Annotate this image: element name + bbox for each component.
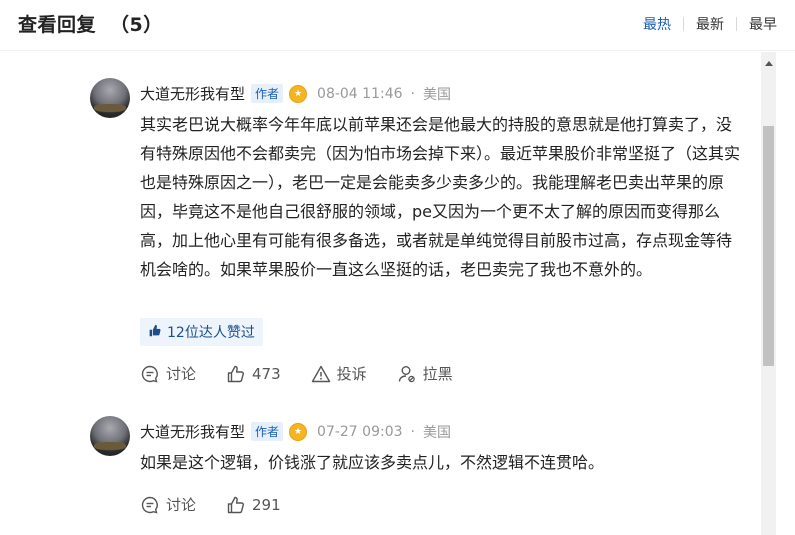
comment-item: 大道无形我有型 作者 ★ 07-27 09:03 · 美国 如果是这个逻辑，价钱… (90, 416, 750, 531)
divider (736, 17, 737, 31)
sort-newest[interactable]: 最新 (696, 14, 724, 34)
discuss-label: 讨论 (166, 496, 197, 514)
report-label: 投诉 (336, 365, 367, 383)
discuss-label: 讨论 (166, 365, 197, 383)
warning-icon (311, 365, 330, 382)
separator-dot: · (410, 423, 415, 440)
comment-meta: 大道无形我有型 作者 ★ 08-04 11:46 · 美国 (140, 83, 451, 104)
scroll-up-arrow-icon[interactable] (761, 56, 776, 70)
medal-icon: ★ (289, 84, 308, 103)
block-label: 拉黑 (422, 365, 453, 383)
reply-count: （5） (110, 14, 163, 36)
discuss-button[interactable]: 讨论 (140, 494, 196, 515)
avatar[interactable] (90, 78, 130, 118)
block-button[interactable]: 拉黑 (397, 363, 453, 384)
divider (683, 17, 684, 31)
comment-meta: 大道无形我有型 作者 ★ 07-27 09:03 · 美国 (140, 421, 451, 442)
report-button[interactable]: 投诉 (311, 363, 367, 384)
author-badge: 作者 (251, 84, 284, 103)
like-count: 291 (252, 495, 281, 514)
timestamp: 08-04 11:46 (317, 85, 403, 102)
like-button[interactable]: 291 (226, 495, 281, 515)
comment-item: 大道无形我有型 作者 ★ 08-04 11:46 · 美国 其实老巴说大概率今年… (90, 78, 750, 398)
thumbs-up-icon (227, 496, 244, 513)
thumbs-up-icon (148, 324, 161, 340)
sort-hot[interactable]: 最热 (643, 14, 671, 34)
comment-text: 如果是这个逻辑，价钱涨了就应该多卖点儿，不然逻辑不连贯哈。 (140, 453, 605, 472)
comment-text: 其实老巴说大概率今年年底以前苹果还会是他最大的持股的意思就是他打算卖了，没有特殊… (140, 115, 741, 279)
chat-icon (141, 365, 158, 382)
likes-label: 12位达人赞过 (167, 325, 255, 341)
header: 查看回复 （5） 最热 最新 最早 (0, 0, 795, 50)
username[interactable]: 大道无形我有型 (140, 83, 245, 104)
chat-icon (141, 496, 158, 513)
medal-icon: ★ (289, 422, 308, 441)
scrollbar[interactable] (761, 52, 776, 535)
thumbs-up-icon (227, 365, 244, 382)
timestamp: 07-27 09:03 (317, 423, 403, 440)
title-text: 查看回复 (18, 14, 97, 36)
like-count: 473 (252, 364, 281, 383)
block-user-icon (398, 365, 415, 382)
header-divider (0, 50, 795, 51)
expert-likes-badge[interactable]: 12位达人赞过 (140, 318, 263, 346)
page-title: 查看回复 （5） (18, 10, 163, 37)
discuss-button[interactable]: 讨论 (140, 363, 196, 384)
author-badge: 作者 (251, 422, 284, 441)
sort-options: 最热 最新 最早 (643, 14, 777, 34)
location: 美国 (422, 86, 451, 103)
sort-oldest[interactable]: 最早 (749, 14, 777, 34)
comment-actions: 讨论 473 投诉 拉黑 (140, 363, 483, 384)
location: 美国 (422, 424, 451, 441)
username[interactable]: 大道无形我有型 (140, 421, 245, 442)
avatar[interactable] (90, 416, 130, 456)
comment-actions: 讨论 291 (140, 494, 311, 515)
scrollbar-thumb[interactable] (763, 126, 774, 366)
separator-dot: · (410, 85, 415, 102)
like-button[interactable]: 473 (226, 364, 281, 384)
